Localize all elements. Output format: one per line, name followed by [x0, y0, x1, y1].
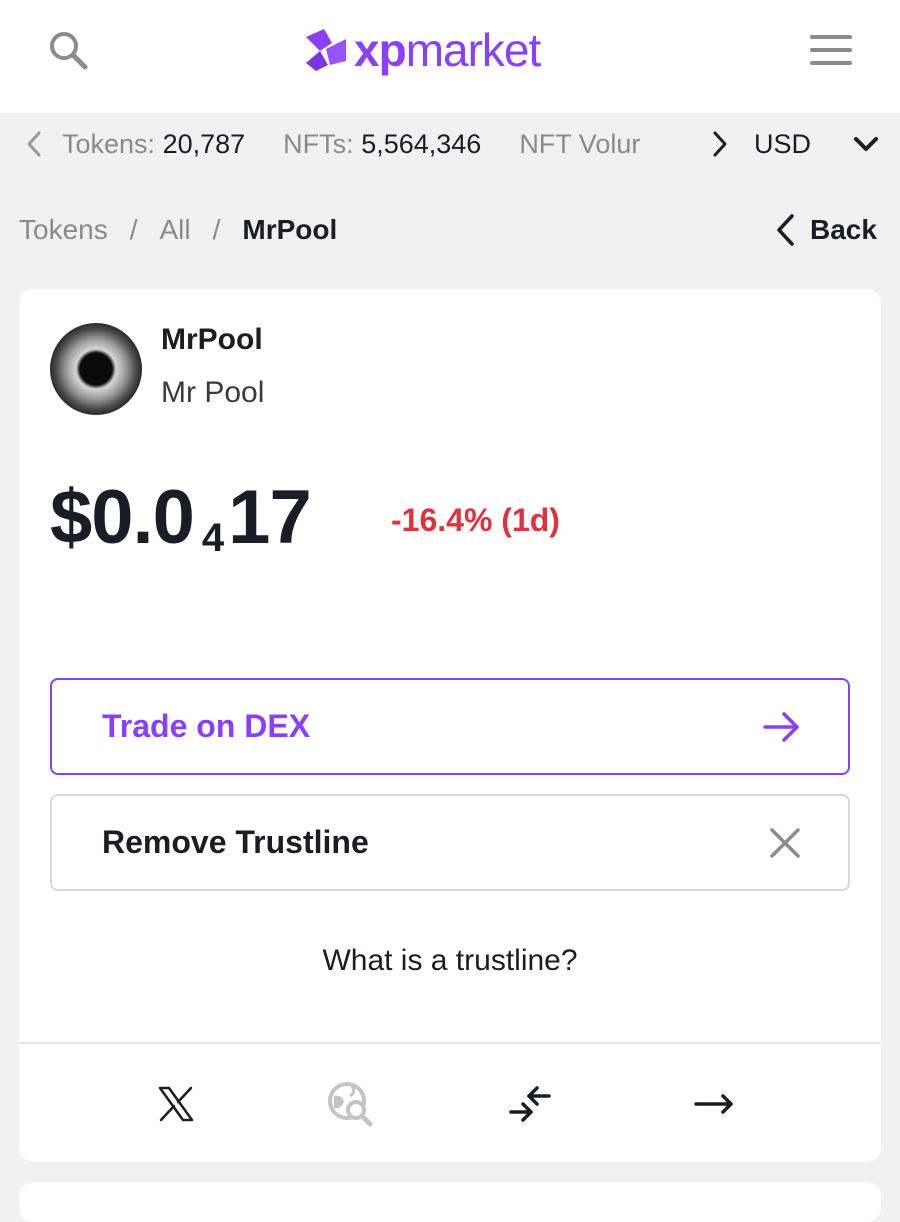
- stat-tokens[interactable]: Tokens: 20,787: [62, 129, 245, 160]
- price-zero-count: 4: [201, 516, 225, 560]
- next-card: [19, 1182, 881, 1222]
- remove-trustline-button[interactable]: Remove Trustline: [50, 794, 850, 891]
- token-symbol: MrPool: [161, 323, 263, 356]
- ticker-stats: Tokens: 20,787 NFTs: 5,564,346 NFT Volur: [62, 113, 696, 175]
- token-price: $0.0 4 17: [50, 474, 312, 564]
- currency-select[interactable]: USD: [754, 113, 879, 175]
- stats-ticker: Tokens: 20,787 NFTs: 5,564,346 NFT Volur…: [0, 113, 900, 175]
- chevron-left-icon: [777, 214, 794, 246]
- trade-on-dex-button[interactable]: Trade on DEX: [50, 678, 850, 775]
- globe-search-icon: [328, 1082, 373, 1127]
- arrow-right-icon: [694, 1094, 733, 1114]
- price-main: $0.0: [50, 475, 195, 560]
- breadcrumb-all[interactable]: All: [160, 214, 191, 246]
- swap-link[interactable]: [505, 1079, 555, 1129]
- breadcrumb-tokens[interactable]: Tokens: [19, 214, 108, 246]
- chevron-right-icon[interactable]: [704, 129, 734, 159]
- search-button[interactable]: [42, 24, 94, 76]
- stat-nft-volume[interactable]: NFT Volur: [519, 129, 640, 160]
- xpmarket-logo[interactable]: xpmarket: [302, 22, 541, 78]
- breadcrumb: Tokens / All / MrPool: [19, 208, 337, 252]
- menu-button[interactable]: [804, 26, 858, 74]
- search-icon: [50, 32, 88, 70]
- trustline-help-link[interactable]: What is a trustline?: [19, 944, 881, 978]
- trade-label: Trade on DEX: [102, 708, 311, 744]
- token-card: MrPool Mr Pool $0.0 4 17 -16.4% (1d) Tra…: [19, 289, 881, 1162]
- x-link[interactable]: [151, 1079, 201, 1129]
- token-avatar: [50, 323, 142, 415]
- breadcrumb-current: MrPool: [242, 214, 338, 245]
- currency-value: USD: [754, 128, 812, 159]
- hamburger-menu-icon: [810, 35, 852, 39]
- arrow-right-icon: [763, 711, 799, 742]
- remove-label: Remove Trustline: [102, 824, 369, 860]
- logo-wordmark: xpmarket: [354, 24, 541, 76]
- chevron-left-icon[interactable]: [20, 129, 50, 159]
- back-button[interactable]: Back: [774, 208, 884, 252]
- price-digits: 17: [228, 475, 312, 560]
- breadcrumb-separator: /: [212, 214, 221, 245]
- breadcrumb-separator: /: [129, 214, 138, 245]
- xpmarket-logo-icon: [306, 29, 346, 71]
- social-links: [19, 1044, 881, 1162]
- close-icon: [770, 827, 800, 858]
- chevron-down-icon: [854, 137, 878, 151]
- token-name: Mr Pool: [161, 376, 265, 409]
- x-icon: [158, 1086, 194, 1122]
- swap-arrows-icon: [509, 1086, 551, 1122]
- back-label: Back: [810, 214, 877, 245]
- top-header: xpmarket: [0, 0, 900, 113]
- price-change: -16.4% (1d): [391, 502, 560, 538]
- more-link[interactable]: [689, 1079, 739, 1129]
- stat-nfts[interactable]: NFTs: 5,564,346: [283, 129, 481, 160]
- explorer-link[interactable]: [325, 1079, 375, 1129]
